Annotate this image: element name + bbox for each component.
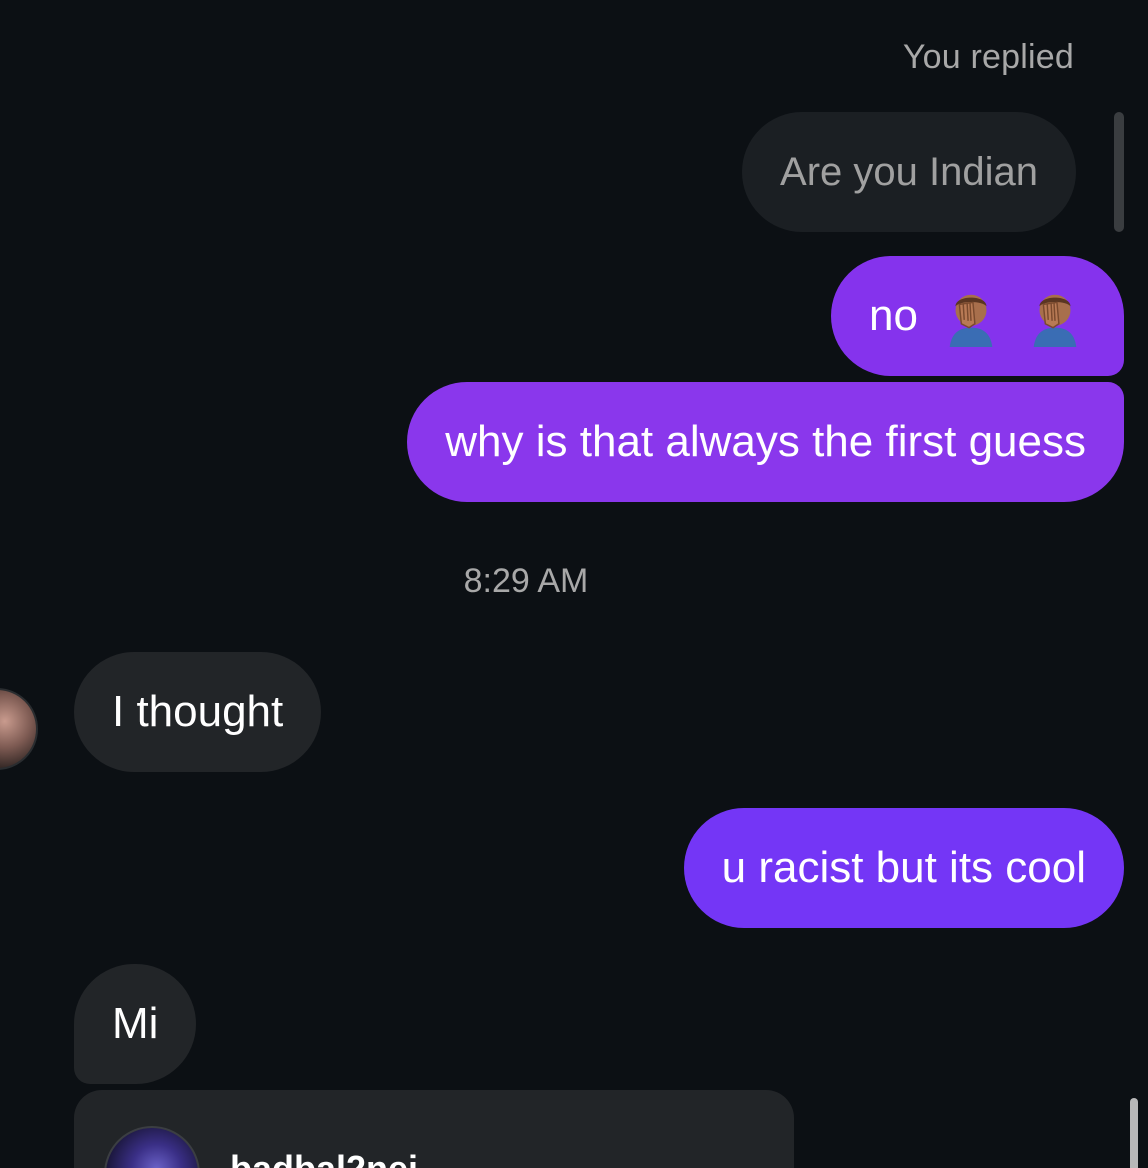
scrollbar-thumb[interactable] — [1130, 1098, 1138, 1168]
message-bubble-outgoing[interactable]: no — [831, 256, 1124, 376]
contact-avatar[interactable] — [0, 688, 38, 770]
shared-post-card[interactable]: badbal2nei — [74, 1090, 794, 1168]
facepalm-icon — [940, 285, 1002, 347]
shared-post-username: badbal2nei — [230, 1148, 418, 1168]
message-bubble-incoming[interactable]: I thought — [74, 652, 322, 772]
reply-indicator-label: You replied — [902, 38, 1074, 76]
message-text: no — [869, 291, 918, 340]
message-bubble-outgoing[interactable]: u racist but its cool — [683, 808, 1124, 928]
message-timestamp: 8:29 AM — [463, 562, 589, 600]
shared-post-avatar — [104, 1126, 200, 1168]
facepalm-icon — [1024, 285, 1086, 347]
chat-thread: You replied Are you Indian no why is tha… — [0, 0, 1148, 1168]
reply-quote-bar — [1114, 112, 1124, 232]
message-bubble-outgoing[interactable]: why is that always the first guess — [407, 382, 1124, 502]
quoted-message-bubble[interactable]: Are you Indian — [742, 112, 1076, 232]
message-bubble-incoming[interactable]: Mi — [74, 964, 197, 1084]
